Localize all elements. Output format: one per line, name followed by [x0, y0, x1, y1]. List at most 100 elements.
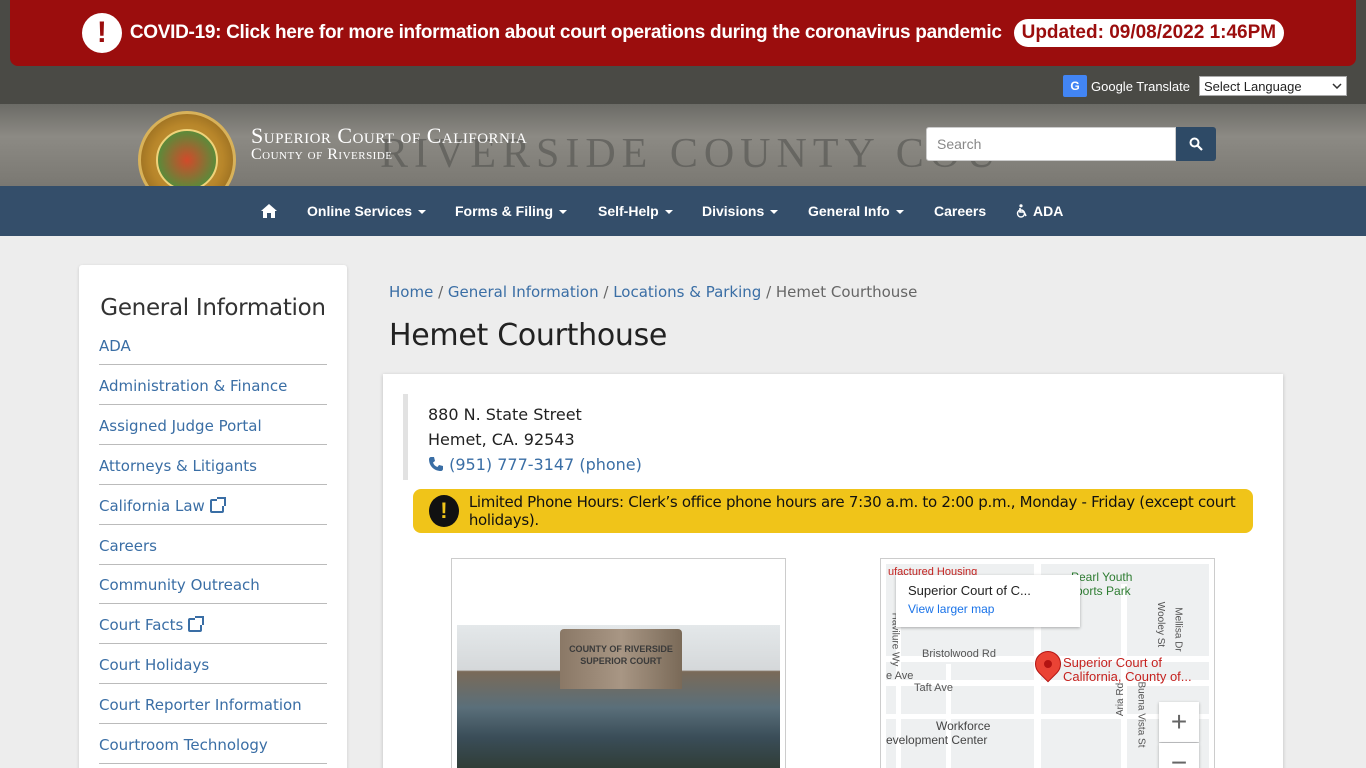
map-label: Aria Rd — [1115, 682, 1127, 717]
breadcrumb-locations-parking[interactable]: Locations & Parking — [613, 283, 761, 301]
nav-ada[interactable]: ADA — [1016, 186, 1063, 236]
nav-forms-filing[interactable]: Forms & Filing — [455, 186, 567, 236]
map-label: Wooley St — [1155, 601, 1167, 648]
nav-online-services[interactable]: Online Services — [307, 186, 427, 236]
sidebar-item-courtroom-technology[interactable]: Courtroom Technology — [99, 724, 327, 764]
language-select[interactable]: Select Language — [1199, 76, 1347, 96]
sidebar-item-community-outreach[interactable]: Community Outreach — [99, 564, 327, 604]
nav-label: Careers — [934, 203, 987, 219]
sidebar-item-court-reporter-information[interactable]: Court Reporter Information — [99, 684, 327, 724]
nav-home[interactable] — [261, 186, 277, 236]
caret-down-icon — [559, 210, 567, 214]
language-select-value: Select Language — [1204, 78, 1302, 94]
map-pin-label-line: California, County of... — [1063, 669, 1192, 684]
nav-label: ADA — [1033, 203, 1064, 219]
nav-label: Online Services — [307, 203, 413, 219]
view-larger-map-link[interactable]: View larger map — [908, 602, 1068, 616]
exclamation-icon: ! — [429, 495, 459, 527]
sidebar-item-label: Assigned Judge Portal — [99, 416, 262, 435]
map-label: Workforce — [936, 719, 991, 733]
alert-text: Limited Phone Hours: Clerk’s office phon… — [468, 493, 1236, 529]
map-label: e Ave — [886, 670, 914, 682]
phone-hours-alert: ! Limited Phone Hours: Clerk’s office ph… — [413, 489, 1253, 533]
courthouse-photo: COUNTY OF RIVERSIDE SUPERIOR COURT — [457, 625, 780, 768]
sidebar-item-ada[interactable]: ADA — [99, 325, 327, 365]
wheelchair-icon — [1016, 204, 1027, 218]
address-line-1: 880 N. State Street — [428, 405, 582, 424]
map-label: Bristolwood Rd — [922, 648, 996, 660]
sidebar-item-label: Court Facts — [99, 615, 184, 634]
map-label: Buena Vista St — [1135, 681, 1147, 748]
sidebar-item-court-facts[interactable]: Court Facts — [99, 604, 327, 644]
search-icon — [1189, 137, 1203, 151]
search-input[interactable]: Search — [926, 127, 1176, 161]
sidebar-item-label: Careers — [99, 536, 157, 555]
sidebar-item-assigned-judge-portal[interactable]: Assigned Judge Portal — [99, 405, 327, 445]
court-title[interactable]: Superior Court of California — [251, 125, 527, 147]
map-zoom-out-button[interactable]: − — [1159, 743, 1199, 768]
sidebar-item-administration-finance[interactable]: Administration & Finance — [99, 365, 327, 405]
map-label: Mellisa Dr — [1172, 607, 1184, 652]
nav-careers[interactable]: Careers — [934, 186, 986, 236]
breadcrumb-general-information[interactable]: General Information — [448, 283, 599, 301]
google-translate: G Google Translate — [1063, 75, 1190, 97]
sidebar-item-label: California Law — [99, 496, 205, 515]
caret-down-icon — [895, 210, 904, 214]
phone-number: (951) 777-3147 (phone) — [449, 455, 642, 474]
map-pin-label[interactable]: Superior Court of California, County of.… — [1063, 656, 1192, 684]
chevron-down-icon — [1332, 83, 1342, 89]
sidebar-item-label: Community Outreach — [99, 575, 260, 594]
breadcrumb-current: Hemet Courthouse — [775, 283, 918, 301]
sidebar: General Information ADA Administration &… — [79, 265, 347, 768]
search-button[interactable] — [1176, 127, 1216, 161]
sidebar-item-careers[interactable]: Careers — [99, 525, 327, 565]
address-block: 880 N. State Street Hemet, CA. 92543 (95… — [403, 394, 642, 480]
seal-emblem — [156, 129, 218, 191]
home-icon — [261, 204, 277, 218]
caret-down-icon — [664, 210, 673, 214]
google-translate-label: Google Translate — [1091, 78, 1191, 94]
covid-banner-text[interactable]: COVID-19: Click here for more informatio… — [130, 22, 1002, 44]
caret-down-icon — [418, 210, 427, 214]
map-label: evelopment Center — [886, 733, 988, 747]
search-placeholder: Search — [937, 136, 982, 152]
map-info-card: Superior Court of C... View larger map — [896, 575, 1080, 627]
map-card-title: Superior Court of C... — [908, 583, 1031, 598]
nav-label: Forms & Filing — [455, 203, 553, 219]
breadcrumb-home[interactable]: Home — [389, 283, 433, 301]
sidebar-item-california-law[interactable]: California Law — [99, 485, 327, 525]
map-label: ports Park — [1076, 584, 1131, 598]
phone-icon — [429, 457, 443, 471]
address-line-2: Hemet, CA. 92543 — [428, 430, 575, 449]
page-title: Hemet Courthouse — [389, 318, 668, 353]
map-label: Pearl Youth — [1071, 570, 1133, 584]
nav-divisions[interactable]: Divisions — [702, 186, 779, 236]
covid-banner[interactable]: ! COVID-19: Click here for more informat… — [10, 0, 1356, 66]
map-pin-label-line: Superior Court of — [1063, 655, 1162, 670]
sidebar-title: General Information — [100, 295, 326, 321]
sidebar-item-label: Courtroom Technology — [99, 735, 268, 754]
map-road — [946, 664, 951, 768]
phone-link[interactable]: (951) 777-3147 (phone) — [428, 452, 642, 477]
nav-general-info[interactable]: General Info — [808, 186, 904, 236]
caret-down-icon — [770, 210, 779, 214]
sidebar-item-court-holidays[interactable]: Court Holidays — [99, 644, 327, 684]
breadcrumb: Home / General Information / Locations &… — [389, 283, 918, 301]
nav-self-help[interactable]: Self-Help — [598, 186, 673, 236]
nav-label: Self-Help — [598, 203, 659, 219]
court-subtitle[interactable]: County of Riverside — [251, 146, 393, 164]
nav-label: General Info — [808, 203, 890, 219]
sidebar-item-label: Court Reporter Information — [99, 695, 302, 714]
external-link-icon — [209, 496, 226, 513]
sidebar-item-label: Court Holidays — [99, 655, 210, 674]
main-nav: Online Services Forms & Filing Self-Help… — [0, 186, 1366, 236]
map-zoom-in-button[interactable]: + — [1159, 702, 1199, 742]
map-label: Taft Ave — [914, 682, 953, 694]
sidebar-item-attorneys-litigants[interactable]: Attorneys & Litigants — [99, 445, 327, 485]
nav-label: Divisions — [702, 203, 765, 219]
google-translate-icon: G — [1063, 75, 1087, 97]
exclamation-icon: ! — [81, 13, 122, 53]
sidebar-item-label: Attorneys & Litigants — [99, 456, 257, 475]
external-link-icon — [188, 615, 205, 632]
sidebar-item-label: ADA — [99, 336, 131, 355]
